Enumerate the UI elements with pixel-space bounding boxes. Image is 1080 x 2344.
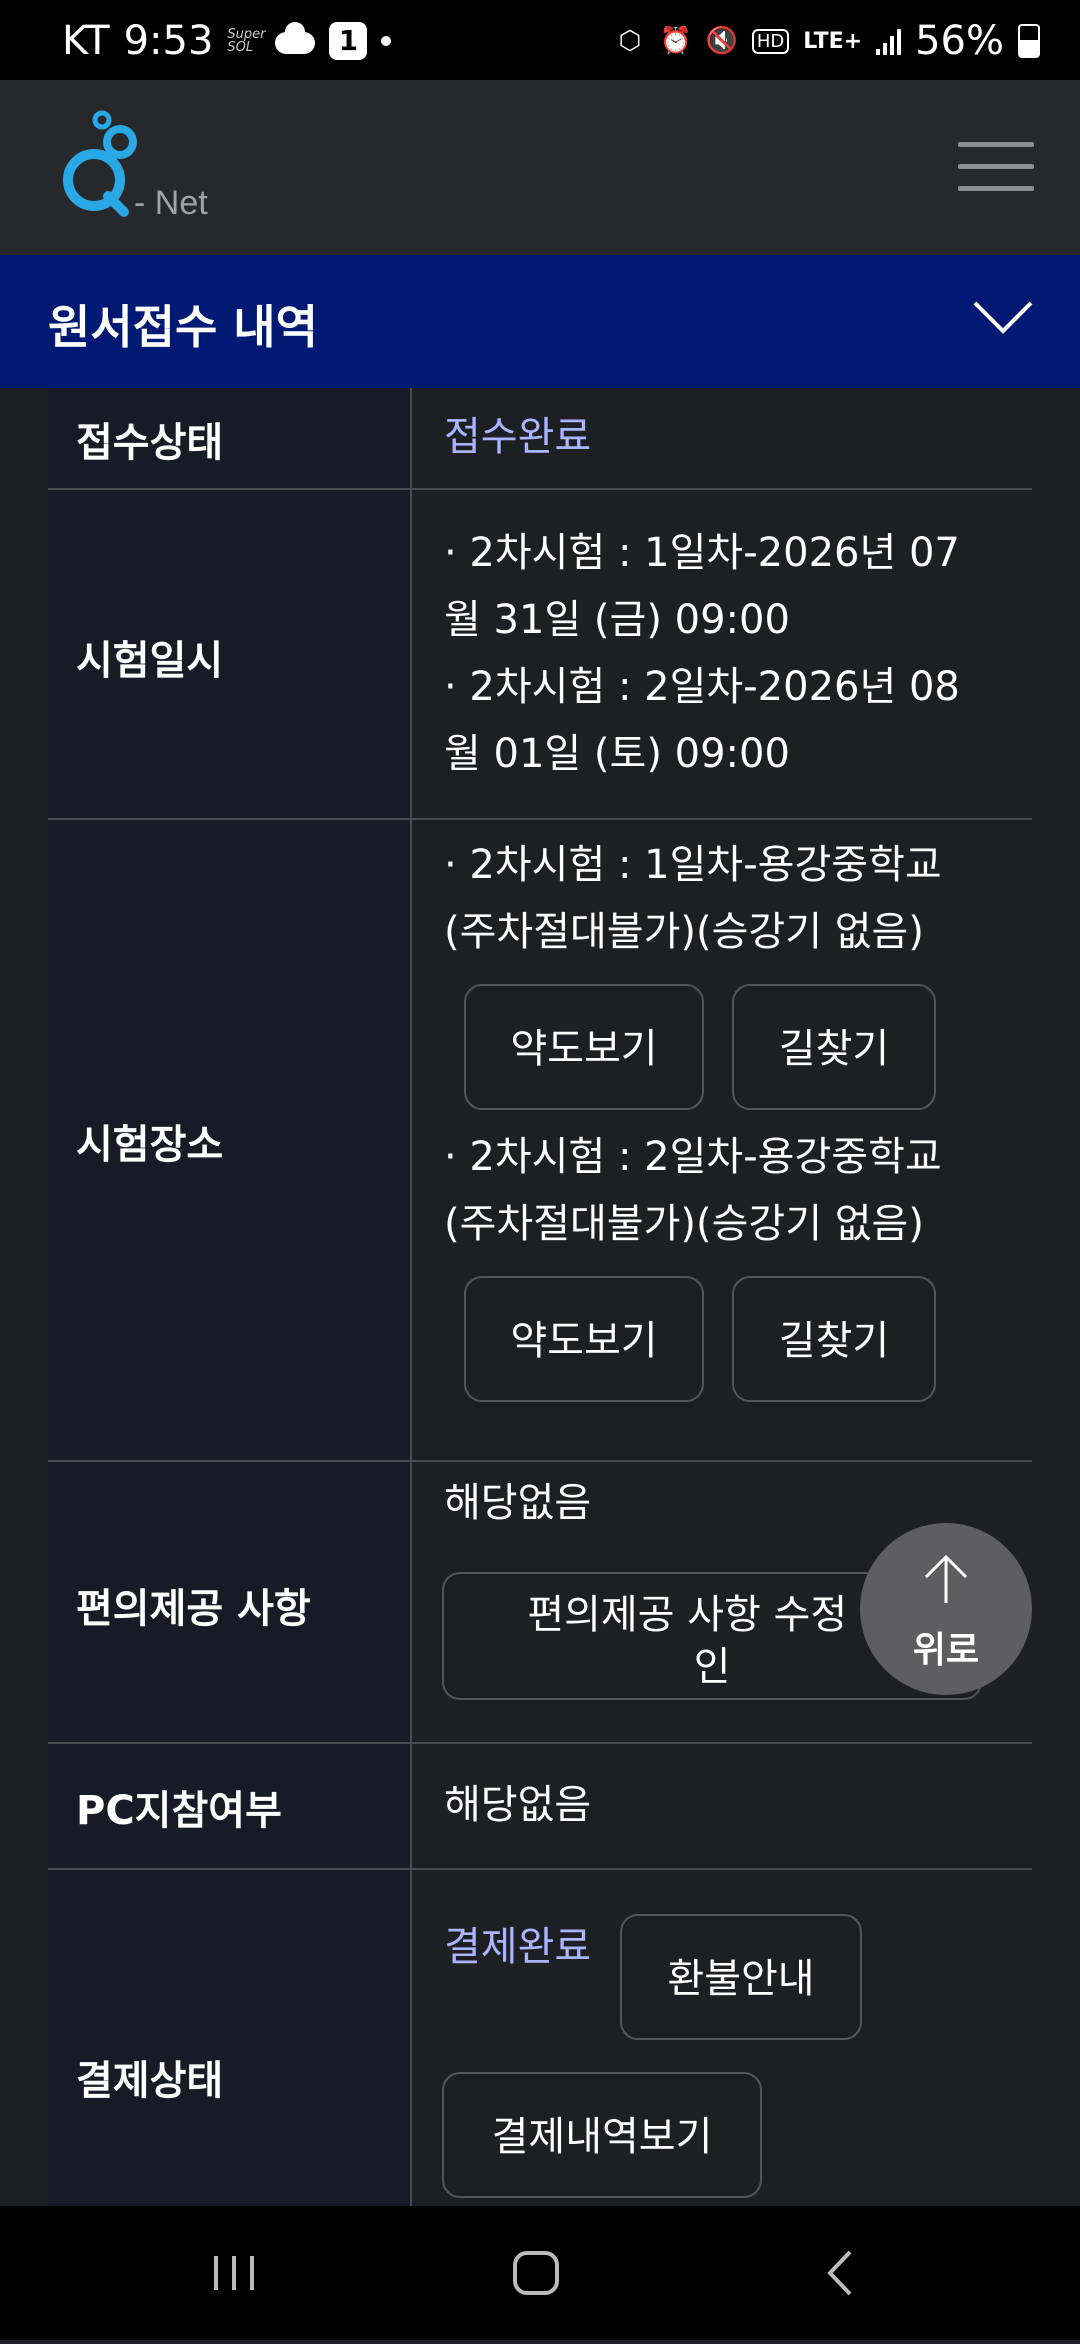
- application-details-table: 접수상태 접수완료 시험일시 · 2차시험 : 1일차-2026년 07 월 3…: [48, 388, 1032, 2210]
- pc-guide-value: 해당없음: [444, 1782, 592, 1828]
- back-icon[interactable]: [760, 2206, 920, 2340]
- section-header[interactable]: 원서접수 내역: [0, 255, 1080, 388]
- label-payment-status: 결제상태: [76, 2058, 224, 2104]
- scroll-to-top-label: 위로: [912, 1630, 980, 1671]
- battery-percent: 56%: [915, 18, 1004, 64]
- status-bar-left: KT 9:53 Super SOL 1: [62, 18, 392, 64]
- chevron-down-icon[interactable]: [972, 297, 1034, 337]
- venue-line: (주차절대불가)(승강기 없음): [444, 909, 924, 955]
- section-title: 원서접수 내역: [48, 300, 318, 354]
- status-bar: KT 9:53 Super SOL 1 ⬡ ⏰ 🔇 HD LTE+ 56%: [0, 0, 1080, 80]
- status-bar-right: ⬡ ⏰ 🔇 HD LTE+ 56%: [614, 18, 1040, 64]
- clock: 9:53: [123, 18, 214, 64]
- label-cell: 시험장소: [48, 820, 412, 1460]
- label-exam-location: 시험장소: [76, 1122, 224, 1168]
- exam-datetime-line: 월 01일 (토) 09:00: [444, 731, 790, 777]
- accommodation-value: 해당없음: [444, 1480, 592, 1526]
- label-cell: 편의제공 사항: [48, 1462, 412, 1742]
- label-accommodation: 편의제공 사항: [76, 1586, 311, 1632]
- signal-icon: [876, 27, 902, 55]
- hd-voice-icon: HD: [751, 28, 790, 54]
- qnet-logo[interactable]: - Net: [58, 106, 238, 226]
- recent-apps-icon[interactable]: [154, 2206, 314, 2340]
- application-status-value: 접수완료: [444, 414, 592, 460]
- venue-line: · 2차시험 : 1일차-용강중학교: [444, 842, 942, 888]
- venue-2-text: · 2차시험 : 2일차-용강중학교 (주차절대불가)(승강기 없음): [444, 1124, 942, 1258]
- map-button-venue-1[interactable]: 약도보기: [464, 984, 704, 1110]
- super-sol-icon: Super SOL: [227, 27, 266, 55]
- app-header: - Net: [0, 80, 1080, 255]
- system-nav-bar: [0, 2206, 1080, 2340]
- label-cell: PC지참여부: [48, 1744, 412, 1868]
- map-button-venue-2[interactable]: 약도보기: [464, 1276, 704, 1402]
- mute-icon: 🔇: [705, 26, 739, 56]
- label-cell: 시험일시: [48, 490, 412, 818]
- battery-saver-icon: ⬡: [618, 26, 642, 56]
- label-cell: 결제상태: [48, 1870, 412, 2210]
- row-application-status: 접수상태 접수완료: [48, 388, 1032, 490]
- venue-line: (주차절대불가)(승강기 없음): [444, 1201, 924, 1247]
- label-application-status: 접수상태: [76, 420, 224, 466]
- home-icon[interactable]: [456, 2206, 616, 2340]
- hamburger-menu-icon[interactable]: [958, 142, 1034, 192]
- logo-text: - Net: [134, 184, 208, 222]
- scroll-to-top-button[interactable]: 위로: [860, 1523, 1032, 1695]
- battery-icon: [1018, 24, 1040, 58]
- row-pc-guide: PC지참여부 해당없음: [48, 1744, 1032, 1870]
- exam-datetime-line: · 2차시험 : 1일차-2026년 07: [444, 530, 960, 576]
- carrier-label: KT: [62, 18, 110, 64]
- label-exam-datetime: 시험일시: [76, 638, 224, 684]
- exam-datetime-line: · 2차시험 : 2일차-2026년 08: [444, 664, 960, 710]
- cloud-icon: [275, 22, 316, 54]
- venue-line: · 2차시험 : 2일차-용강중학교: [444, 1134, 942, 1180]
- label-pc-guide: PC지참여부: [76, 1788, 282, 1834]
- exam-datetime-value: · 2차시험 : 1일차-2026년 07 월 31일 (금) 09:00 · …: [444, 520, 960, 788]
- network-type-label: LTE+: [803, 28, 863, 54]
- row-exam-datetime: 시험일시 · 2차시험 : 1일차-2026년 07 월 31일 (금) 09:…: [48, 490, 1032, 820]
- label-cell: 접수상태: [48, 388, 412, 488]
- directions-button-venue-2[interactable]: 길찾기: [732, 1276, 936, 1402]
- more-notifications-dot: [381, 36, 392, 46]
- row-payment-status: 결제상태 결제완료 환불안내 결제내역보기: [48, 1870, 1032, 2210]
- payment-history-button[interactable]: 결제내역보기: [442, 2072, 762, 2198]
- alarm-icon: ⏰: [659, 26, 693, 56]
- notification-count-badge: 1: [329, 22, 368, 60]
- row-exam-location: 시험장소 · 2차시험 : 1일차-용강중학교 (주차절대불가)(승강기 없음)…: [48, 820, 1032, 1462]
- payment-status-value: 결제완료: [444, 1924, 592, 1970]
- exam-datetime-line: 월 31일 (금) 09:00: [444, 597, 790, 643]
- refund-info-button[interactable]: 환불안내: [620, 1914, 862, 2040]
- directions-button-venue-1[interactable]: 길찾기: [732, 984, 936, 1110]
- venue-1-text: · 2차시험 : 1일차-용강중학교 (주차절대불가)(승강기 없음): [444, 832, 942, 966]
- arrow-up-icon: [924, 1554, 968, 1603]
